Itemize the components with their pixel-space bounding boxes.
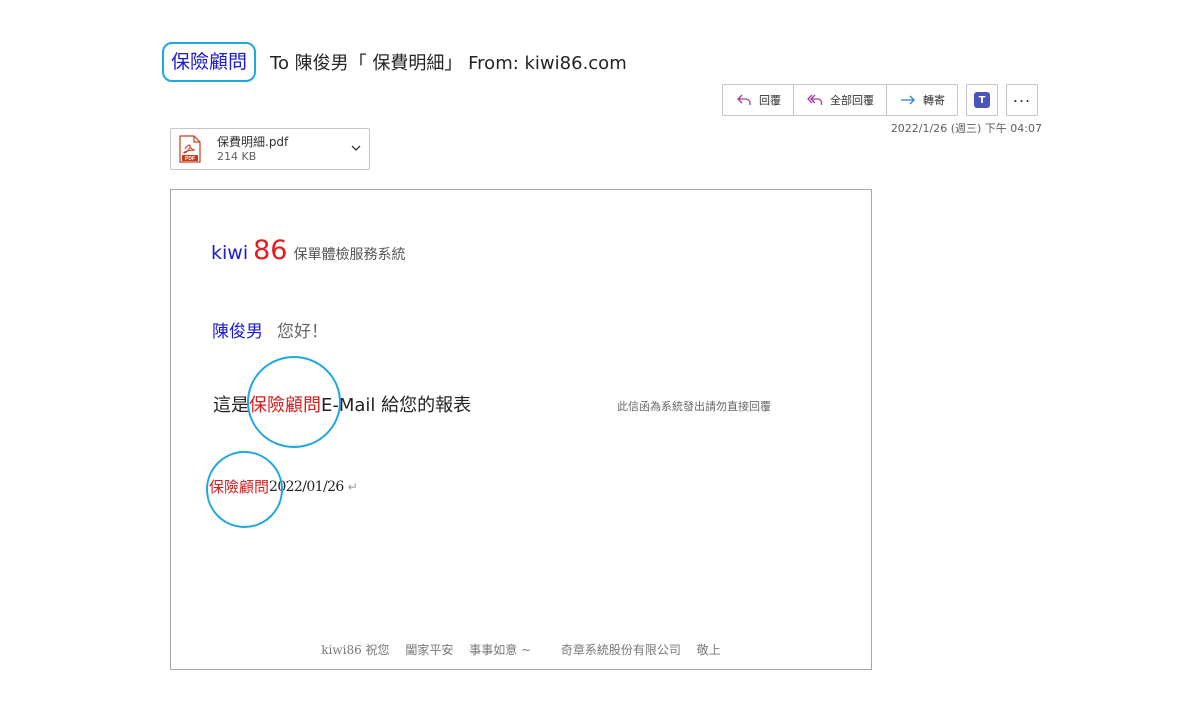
reply-all-label: 全部回覆 [830, 94, 874, 107]
forward-icon [901, 95, 915, 105]
reply-group: 回覆 全部回覆 轉寄 [722, 84, 958, 116]
forward-label: 轉寄 [923, 94, 945, 107]
footer-part: 敬上 [696, 643, 721, 657]
reply-label: 回覆 [759, 94, 781, 107]
intro-highlight: 保險顧問 [249, 395, 321, 416]
message-body: kiwi 86 保單體檢服務系統 陳俊男 您好！ 這是 保險顧問 E-Mail 給您的… [170, 189, 872, 670]
brand-logo: kiwi 86 保單體檢服務系統 [211, 235, 405, 266]
greeting: 陳俊男 您好！ [212, 317, 328, 342]
attachment-name: 保費明細.pdf [217, 134, 289, 149]
signature-name: 保險顧問 [209, 478, 270, 496]
footer-part: 闔家平安 [405, 643, 454, 657]
attachment-size: 214 KB [217, 149, 257, 163]
intro-prefix: 這是 [213, 395, 249, 416]
reply-all-button[interactable]: 全部回覆 [794, 85, 887, 115]
recipient-name: 陳俊男 [212, 322, 263, 342]
footer-part: kiwi86 祝您 [321, 643, 390, 657]
chevron-down-icon[interactable] [351, 143, 361, 153]
intro-line: 這是 保險顧問 E-Mail 給您的報表 [213, 391, 471, 417]
greeting-hello: 您好！ [277, 322, 328, 342]
footer: kiwi86 祝您 闔家平安 事事如意 ~ 奇章系統股份有限公司 敬上 [171, 641, 871, 658]
subject-tag: 保險顧問 [162, 42, 257, 82]
subject-text: To 陳俊男「 保費明細」 From: kiwi86.com [270, 53, 627, 74]
attachment-card[interactable]: PDF 保費明細.pdf 214 KB [170, 128, 370, 170]
return-mark: ↵ [347, 479, 358, 494]
teams-icon: T [974, 92, 990, 108]
logo-kiwi: kiwi [211, 242, 249, 264]
forward-button[interactable]: 轉寄 [887, 85, 957, 115]
no-reply-notice: 此信函為系統發出請勿直接回覆 [617, 400, 771, 413]
pdf-file-icon: PDF [179, 135, 201, 163]
logo-86: 86 [253, 235, 288, 266]
more-icon: ... [1012, 87, 1032, 106]
logo-subtitle: 保單體檢服務系統 [293, 247, 406, 263]
footer-part: 事事如意 ~ [469, 643, 532, 657]
reply-icon [737, 94, 751, 105]
sent-date: 2022/1/26 (週三) 下午 04:07 [890, 122, 1042, 135]
intro-suffix: E-Mail 給您的報表 [321, 395, 472, 416]
footer-part: 奇章系統股份有限公司 [560, 643, 681, 657]
message-toolbar: 回覆 全部回覆 轉寄 T ... [722, 84, 1038, 116]
reply-all-icon [807, 94, 823, 105]
pdf-badge-text: PDF [185, 156, 195, 162]
reply-button[interactable]: 回覆 [723, 85, 794, 115]
signature-line: 保險顧問 2022/01/26 ↵ [209, 476, 358, 497]
signature-date: 2022/01/26 [269, 478, 344, 495]
attachment-info: 保費明細.pdf 214 KB [217, 135, 288, 164]
more-actions-button[interactable]: ... [1006, 84, 1038, 116]
teams-button[interactable]: T [966, 84, 998, 116]
subject-line: 保險顧問 To 陳俊男「 保費明細」 From: kiwi86.com [162, 40, 627, 84]
